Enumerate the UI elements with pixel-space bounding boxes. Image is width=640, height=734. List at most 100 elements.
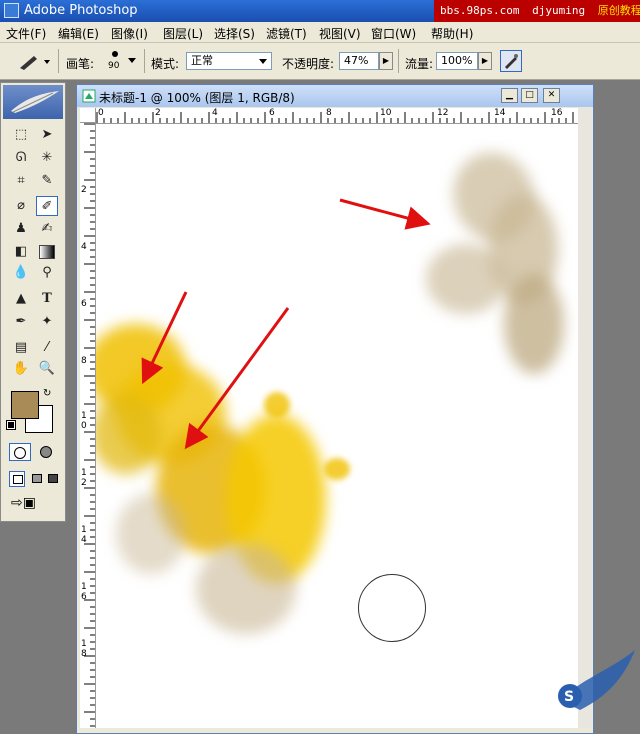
close-icon: ✕ [547,90,556,100]
watermark-site: bbs.98ps.com [440,4,520,17]
quickmask-mode-button[interactable] [35,443,57,461]
flow-input[interactable]: 100% [436,52,478,70]
ruler-label: 4 [212,108,218,118]
screen-mode-full-menu[interactable] [29,471,43,487]
dodge-tool[interactable]: ⚲ [36,263,58,283]
eyedropper-tool[interactable]: ⁄ [36,338,58,358]
brush-tool[interactable]: ✐ [36,196,58,216]
ruler-label: 16 [551,108,563,118]
menu-help[interactable]: 帮助(H) [431,25,473,42]
eyedropper-icon: ⁄ [45,340,49,355]
ruler-label: 6 [269,108,275,118]
gradient-tool[interactable] [36,242,58,262]
mode-select[interactable]: 正常 [186,52,272,70]
toolbox-header-feather[interactable] [3,85,63,119]
ruler-label: 8 [81,356,87,366]
menu-layer[interactable]: 图层(L) [163,25,203,42]
screen-mode-icon [48,474,58,483]
eraser-tool[interactable]: ◧ [10,242,32,262]
menu-window[interactable]: 窗口(W) [371,25,416,42]
red-arrow-3 [184,307,290,450]
notes-icon: ▤ [14,340,28,355]
watermark-banner: bbs.98ps.com djyuming 原创教程 [434,0,640,22]
menu-image[interactable]: 图像(I) [111,25,148,42]
notes-tool[interactable]: ▤ [10,338,32,358]
foreground-color-swatch-front [11,391,39,419]
separator [58,49,59,73]
screen-mode-icon [13,475,23,484]
tool-preset-picker[interactable] [14,50,54,72]
document-canvas[interactable] [96,124,578,728]
menu-file[interactable]: 文件(F) [6,25,46,42]
airbrush-toggle[interactable] [500,50,522,72]
svg-text:S: S [564,689,574,705]
screen-mode-full[interactable] [45,471,59,487]
separator [144,49,145,73]
pen-tool[interactable]: ✒ [10,312,32,332]
blur-tool[interactable]: 💧 [10,263,32,283]
slice-tool[interactable]: ✎ [36,171,58,191]
brush-size: 90 [108,61,120,71]
ruler-corner [80,108,96,123]
default-colors-icon [6,420,16,430]
opacity-slider-button[interactable]: ▶ [379,52,393,70]
ruler-label: 2 [81,185,87,195]
crop-tool[interactable]: ⌗ [10,171,32,191]
path-selection-tool[interactable]: ▲ [10,289,32,309]
marquee-tool[interactable]: ⬚ [10,125,32,145]
history-brush-tool[interactable]: ✍ [36,219,58,239]
ruler-label: 8 [326,108,332,118]
lasso-tool[interactable]: ᘏ [10,148,32,168]
zoom-tool[interactable]: 🔍 [36,359,58,379]
shape-icon: ✦ [41,314,53,329]
path-select-icon: ▲ [16,291,26,306]
red-arrow-2 [141,291,188,385]
opacity-value: 47% [344,54,369,67]
brush-tool-icon [20,56,50,70]
type-tool[interactable]: T [36,289,58,309]
close-button[interactable]: ✕ [543,88,560,103]
menu-filter[interactable]: 滤镜(T) [266,25,307,42]
dodge-icon: ⚲ [42,265,52,280]
move-icon: ➤ [41,127,53,142]
separator [398,49,399,73]
brush-picker[interactable]: 90 [104,49,140,75]
standard-mode-button[interactable] [9,443,31,461]
minimize-button[interactable]: ▁ [501,88,518,103]
swap-colors-button[interactable]: ↻ [43,388,51,399]
magic-wand-icon: ✳ [41,150,53,165]
blur-icon: 💧 [12,265,30,280]
standard-mode-icon [14,447,26,459]
site-logo: S [540,640,640,728]
menu-select[interactable]: 选择(S) [214,25,255,42]
watermark-note: 原创教程 [597,4,640,17]
flow-slider-button[interactable]: ▶ [478,52,492,70]
jump-to-imageready-button[interactable]: ⇨▣ [11,495,55,515]
screen-mode-standard[interactable] [9,471,25,487]
history-brush-icon: ✍ [41,221,53,236]
airbrush-icon [505,54,518,69]
document-titlebar[interactable]: 未标题-1 @ 100% (图层 1, RGB/8) ▁ □ ✕ [77,85,593,107]
menu-edit[interactable]: 编辑(E) [58,25,99,42]
healing-brush-tool[interactable]: ⌀ [10,196,32,216]
move-tool[interactable]: ➤ [36,125,58,145]
feather-icon [11,91,59,113]
clone-stamp-tool[interactable]: ♟ [10,219,32,239]
flow-label: 流量: [405,57,434,71]
magic-wand-tool[interactable]: ✳ [36,148,58,168]
custom-shape-tool[interactable]: ✦ [36,312,58,332]
eraser-icon: ◧ [14,244,28,259]
ruler-label: 0 [98,108,104,118]
slice-icon: ✎ [41,173,53,188]
hand-tool[interactable]: ✋ [10,359,32,379]
opacity-label: 不透明度: [282,57,335,71]
quickmask-icon [40,446,52,458]
ruler-label: 1 6 [81,582,87,602]
menu-view[interactable]: 视图(V) [319,25,361,42]
maximize-button[interactable]: □ [521,88,538,103]
opacity-input[interactable]: 47% [339,52,379,70]
toolbox: ⬚ ➤ ᘏ ✳ ⌗ ✎ ⌀ ✐ ♟ ✍ ◧ 💧 ⚲ ▲ T ✒ ✦ ▤ ⁄ ✋ … [0,82,66,522]
photoshop-app-icon [4,3,19,18]
vertical-scrollbar[interactable] [578,108,592,728]
default-colors-button[interactable] [6,420,17,431]
